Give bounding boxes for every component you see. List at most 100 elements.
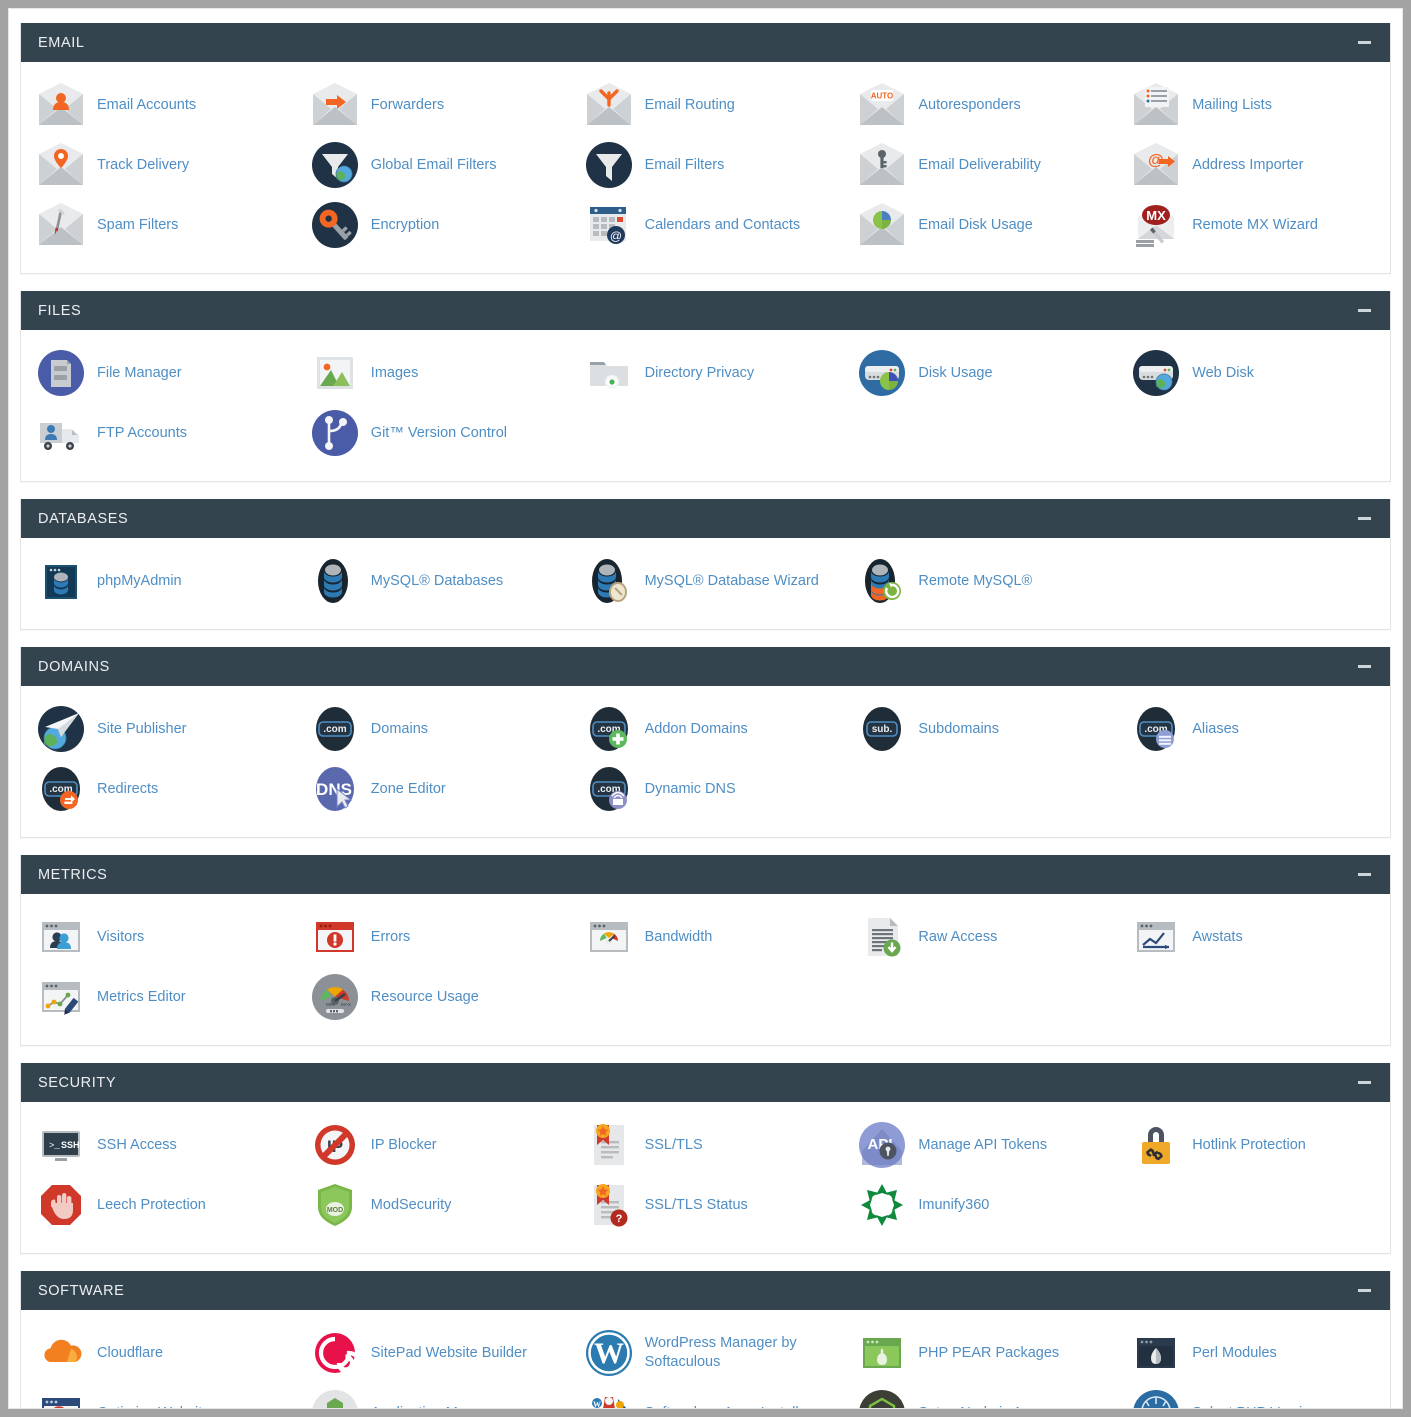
app-item[interactable]: PHP PEAR Packages <box>842 1323 1116 1383</box>
minus-icon[interactable] <box>1354 865 1374 885</box>
app-item[interactable]: Visitors <box>21 907 295 967</box>
php-pear-icon <box>858 1329 906 1377</box>
app-item[interactable]: IP IP Blocker <box>295 1115 569 1175</box>
hotlink-protection-icon <box>1132 1121 1180 1169</box>
sitepad-icon <box>311 1329 361 1377</box>
app-item[interactable]: .com Domains <box>295 699 569 759</box>
app-item[interactable]: W Softaculous Apps Installer <box>569 1383 843 1408</box>
app-item[interactable]: Imunify360 <box>842 1175 1116 1235</box>
minus-icon[interactable] <box>1354 1073 1374 1093</box>
app-item-label: ModSecurity <box>370 1196 452 1213</box>
app-item[interactable]: PHP Select PHP Version <box>1116 1383 1390 1408</box>
app-item[interactable]: Global Email Filters <box>295 135 569 195</box>
app-item[interactable]: Awstats <box>1116 907 1390 967</box>
app-item[interactable]: FTP Accounts <box>21 403 295 463</box>
app-item[interactable]: Spam Filters <box>21 195 295 255</box>
app-item-label: Remote MX Wizard <box>1192 216 1318 233</box>
email-routing-icon <box>585 81 633 129</box>
app-item[interactable]: MIN MAX Resource Usage <box>295 967 569 1027</box>
app-item[interactable]: Leech Protection <box>21 1175 295 1235</box>
minus-icon[interactable] <box>1354 301 1374 321</box>
app-item[interactable]: SSL/TLS <box>569 1115 843 1175</box>
app-item[interactable]: .com Dynamic DNS <box>569 759 843 819</box>
app-item-label: Imunify360 <box>918 1196 990 1213</box>
app-item-label: Directory Privacy <box>644 364 755 381</box>
app-item[interactable]: >_ SSH SSH Access <box>21 1115 295 1175</box>
app-item[interactable]: Email Disk Usage <box>842 195 1116 255</box>
panel-software: SOFTWARE Cloudflare SitePad Website Builde… <box>20 1271 1391 1408</box>
app-item[interactable]: Metrics Editor <box>21 967 295 1027</box>
app-item[interactable]: Errors <box>295 907 569 967</box>
app-item[interactable]: JS Setup Node.js App <box>842 1383 1116 1408</box>
app-item[interactable]: Disk Usage <box>842 343 1116 403</box>
minus-icon[interactable] <box>1354 657 1374 677</box>
app-item-label: FTP Accounts <box>97 424 187 441</box>
app-item[interactable]: @ Address Importer <box>1116 135 1390 195</box>
app-item[interactable]: API Manage API Tokens <box>842 1115 1116 1175</box>
app-item[interactable]: sub. Subdomains <box>842 699 1116 759</box>
app-item-label: Address Importer <box>1192 156 1304 173</box>
app-item[interactable]: AUTO Autoresponders <box>842 75 1116 135</box>
app-item[interactable]: Git™ Version Control <box>295 403 569 463</box>
minus-icon[interactable] <box>1354 1281 1374 1301</box>
app-item[interactable]: Email Filters <box>569 135 843 195</box>
app-item[interactable]: MOD ModSecurity <box>295 1175 569 1235</box>
panel-header-files[interactable]: FILES <box>21 291 1390 330</box>
panel-header-domains[interactable]: DOMAINS <box>21 647 1390 686</box>
app-item[interactable]: MySQL® Database Wizard <box>569 551 843 611</box>
app-item[interactable]: Forwarders <box>295 75 569 135</box>
app-item[interactable]: MySQL® Databases <box>295 551 569 611</box>
app-item[interactable]: ? SSL/TLS Status <box>569 1175 843 1235</box>
app-item[interactable]: Email Deliverability <box>842 135 1116 195</box>
app-item[interactable]: Images <box>295 343 569 403</box>
app-item[interactable]: Bandwidth <box>569 907 843 967</box>
panel-files: FILES File Manager Images Directory Privacy… <box>20 291 1391 482</box>
app-item[interactable]: Email Accounts <box>21 75 295 135</box>
app-item[interactable]: .com Redirects <box>21 759 295 819</box>
minus-icon[interactable] <box>1354 509 1374 529</box>
sections-container: EMAIL Email Accounts Forwarders Email Routi… <box>9 9 1402 1408</box>
app-item[interactable]: Raw Access <box>842 907 1116 967</box>
app-item[interactable]: phpMyAdmin <box>21 551 295 611</box>
app-item-label: Resource Usage <box>370 988 479 1005</box>
bandwidth-icon <box>585 913 633 961</box>
app-item-label: Mailing Lists <box>1192 96 1272 113</box>
app-item[interactable]: Perl Modules <box>1116 1323 1390 1383</box>
panel-header-email[interactable]: EMAIL <box>21 23 1390 62</box>
item-grid-files: File Manager Images Directory Privacy Disk … <box>21 343 1390 463</box>
app-item[interactable]: DNS Zone Editor <box>295 759 569 819</box>
app-item[interactable]: Web Disk <box>1116 343 1390 403</box>
app-item[interactable]: Site Publisher <box>21 699 295 759</box>
app-item-label: Redirects <box>97 780 159 797</box>
app-item[interactable]: Remote MySQL® <box>842 551 1116 611</box>
ssh-access-icon: >_ SSH <box>37 1121 85 1169</box>
app-item[interactable]: MX Remote MX Wizard <box>1116 195 1390 255</box>
app-item[interactable]: Encryption <box>295 195 569 255</box>
panel-title-metrics: METRICS <box>38 866 108 883</box>
app-item[interactable]: Application Manager <box>295 1383 569 1408</box>
app-item[interactable]: Email Routing <box>569 75 843 135</box>
app-item[interactable]: Cloudflare <box>21 1323 295 1383</box>
app-item[interactable]: .com Aliases <box>1116 699 1390 759</box>
app-item-label: Errors <box>370 928 411 945</box>
app-item[interactable]: Directory Privacy <box>569 343 843 403</box>
app-item[interactable]: .com Addon Domains <box>569 699 843 759</box>
panel-header-metrics[interactable]: METRICS <box>21 855 1390 894</box>
panel-header-databases[interactable]: DATABASES <box>21 499 1390 538</box>
remote-mx-wizard-icon: MX <box>1132 201 1180 249</box>
cpanel-page: EMAIL Email Accounts Forwarders Email Routi… <box>8 8 1403 1409</box>
app-item[interactable]: @ Calendars and Contacts <box>569 195 843 255</box>
app-item-label: SSH Access <box>97 1136 177 1153</box>
panel-domains: DOMAINS Site Publisher .com Domains .com Addo… <box>20 647 1391 838</box>
app-item[interactable]: Mailing Lists <box>1116 75 1390 135</box>
app-item[interactable]: W WordPress Manager by Softaculous <box>569 1323 843 1383</box>
app-item[interactable]: Hotlink Protection <box>1116 1115 1390 1175</box>
app-item[interactable]: Track Delivery <box>21 135 295 195</box>
app-item[interactable]: File Manager <box>21 343 295 403</box>
app-item[interactable]: Optimize Website <box>21 1383 295 1408</box>
minus-icon[interactable] <box>1354 33 1374 53</box>
panel-header-software[interactable]: SOFTWARE <box>21 1271 1390 1310</box>
app-item-label: Images <box>370 364 419 381</box>
app-item[interactable]: SitePad Website Builder <box>295 1323 569 1383</box>
panel-header-security[interactable]: SECURITY <box>21 1063 1390 1102</box>
